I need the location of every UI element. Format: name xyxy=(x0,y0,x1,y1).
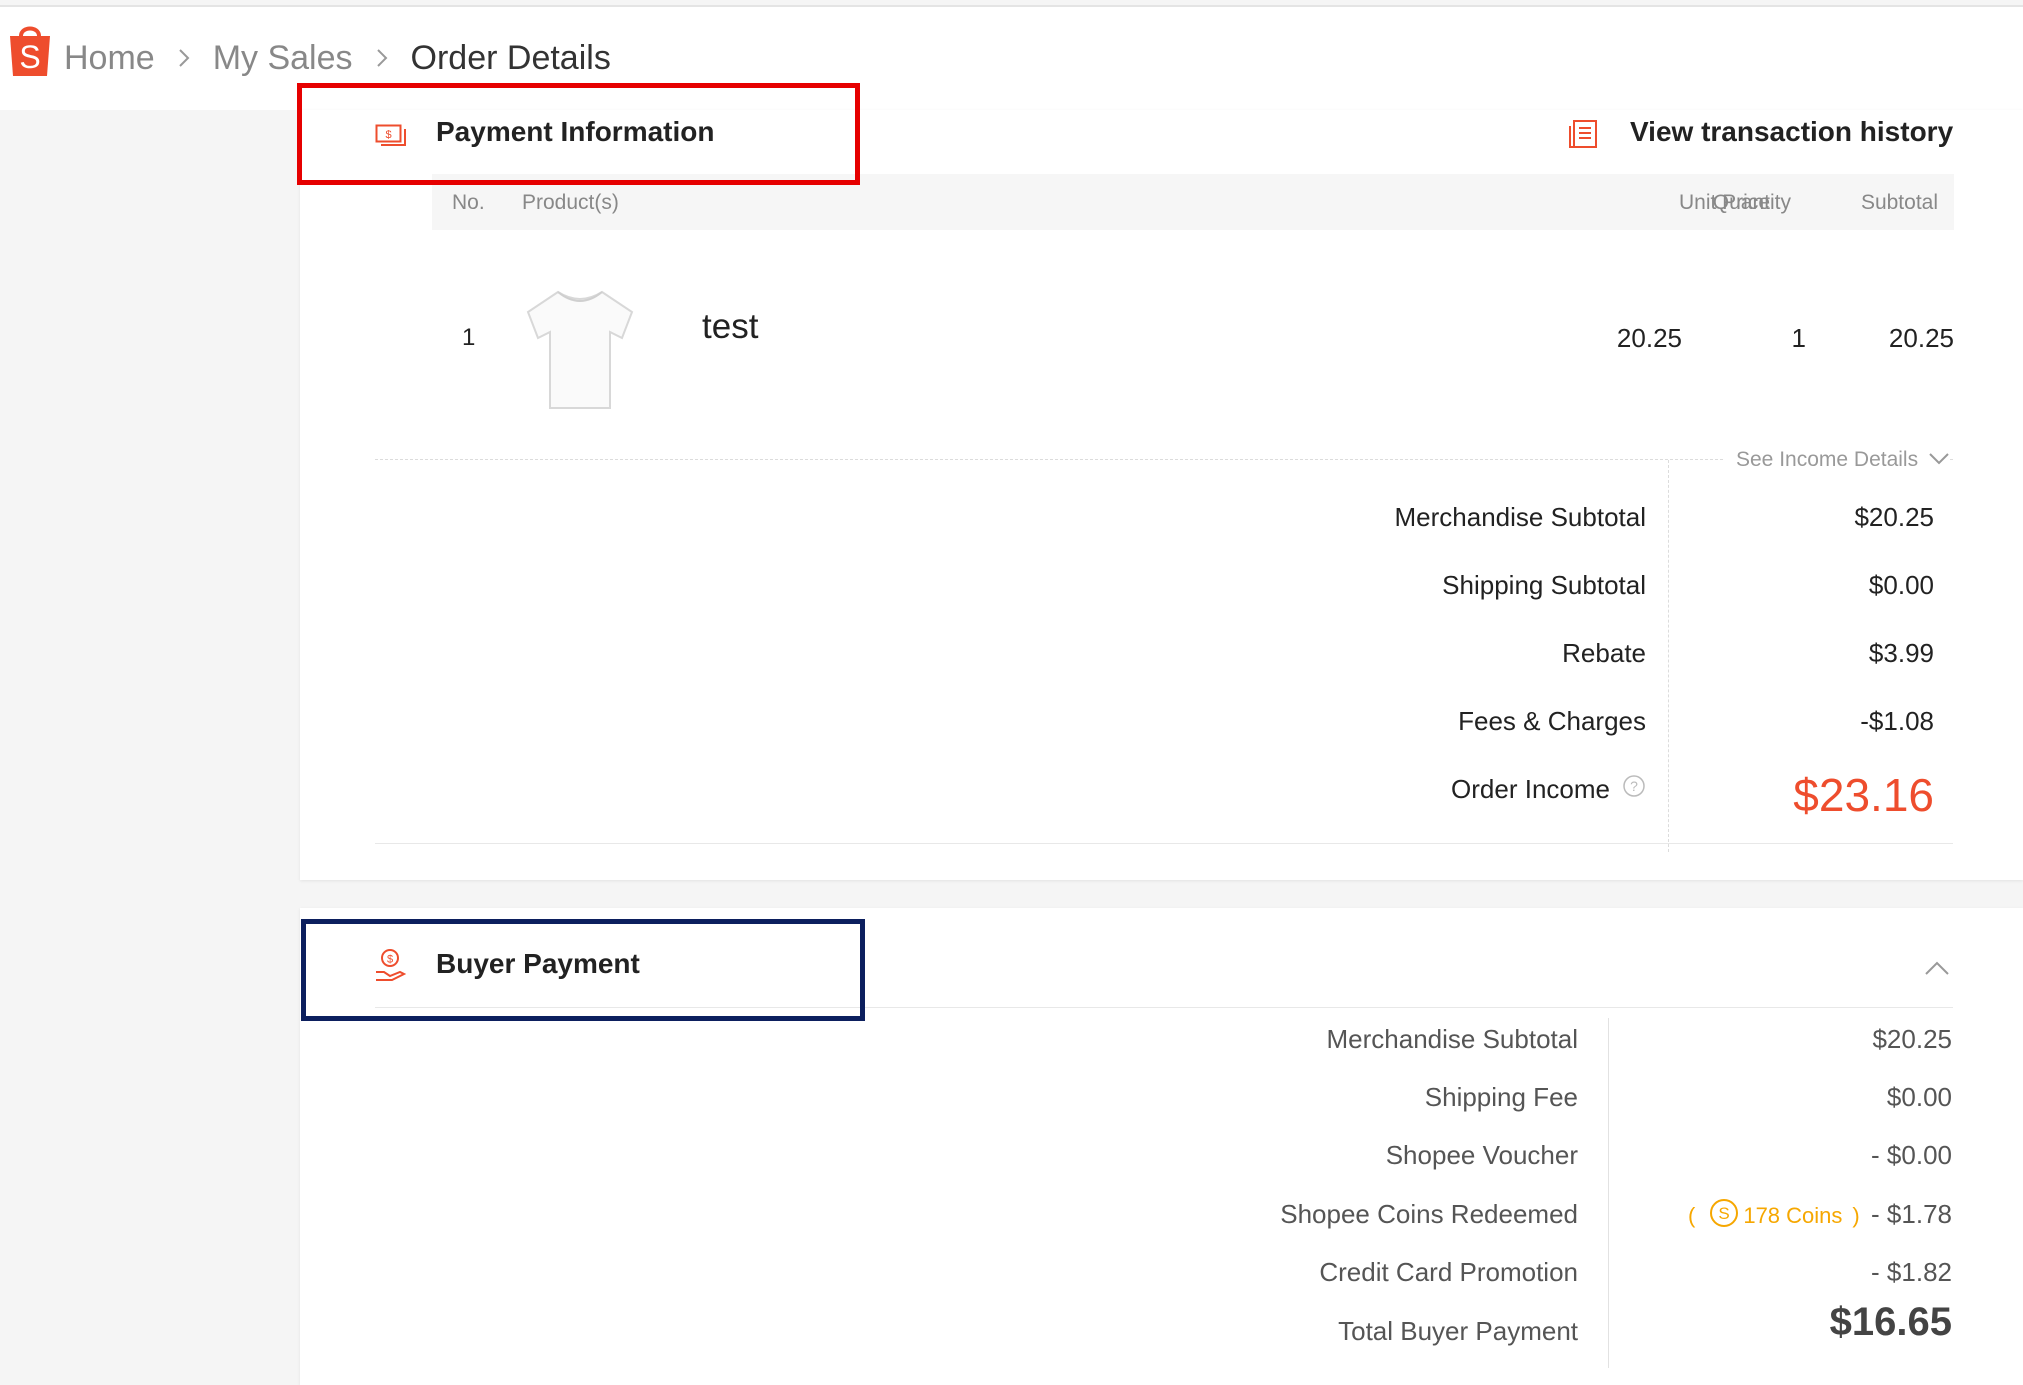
chevron-down-icon xyxy=(1928,448,1950,472)
chevron-up-icon[interactable] xyxy=(1924,960,1950,981)
logo-letter: S xyxy=(19,39,40,75)
product-row-number: 1 xyxy=(462,324,476,351)
buyer-payment-value: - $1.78 xyxy=(1871,1199,1952,1229)
buyer-payment-value: $0.00 xyxy=(1886,1082,1952,1112)
income-divider xyxy=(375,459,1953,460)
buyer-payment-highlight-box xyxy=(301,919,865,1021)
order-income-label: Order Income xyxy=(1451,774,1610,804)
buyer-payment-label: Shopee Voucher xyxy=(1385,1140,1578,1170)
product-name[interactable]: test xyxy=(702,307,758,347)
buyer-payment-label: Shopee Coins Redeemed xyxy=(1280,1199,1578,1229)
breadcrumb-current: Order Details xyxy=(410,39,611,77)
coin-icon: S xyxy=(1709,1198,1739,1234)
chevron-right-icon xyxy=(177,39,191,78)
income-bottom-divider xyxy=(375,843,1953,844)
chevron-right-icon xyxy=(375,39,389,78)
breadcrumb: Home My Sales Order Details xyxy=(64,31,611,86)
payment-information-card: $ Payment Information View transaction h… xyxy=(300,110,2023,880)
breadcrumb-my-sales[interactable]: My Sales xyxy=(213,39,353,78)
see-income-details-link[interactable]: See Income Details xyxy=(1724,448,1951,472)
column-header-no: No. xyxy=(452,191,485,214)
view-transaction-history-link[interactable]: View transaction history xyxy=(1630,116,1953,148)
total-buyer-payment-label: Total Buyer Payment xyxy=(1338,1316,1578,1346)
coin-symbol: S xyxy=(1719,1204,1730,1223)
income-label: Rebate xyxy=(1562,638,1646,668)
column-header-product: Product(s) xyxy=(522,191,619,214)
buyer-payment-label: Credit Card Promotion xyxy=(1319,1257,1578,1287)
buyer-payment-value: $20.25 xyxy=(1872,1024,1952,1054)
column-header-subtotal: Subtotal xyxy=(1860,191,1938,214)
income-value: $0.00 xyxy=(1868,570,1934,600)
income-label: Merchandise Subtotal xyxy=(1394,502,1646,532)
total-buyer-payment-value: $16.65 xyxy=(1829,1300,1952,1344)
transaction-history-icon[interactable] xyxy=(1568,118,1600,155)
order-income-value: $23.16 xyxy=(1793,769,1934,821)
income-value: $20.25 xyxy=(1854,502,1934,532)
product-thumbnail[interactable] xyxy=(518,280,642,416)
product-subtotal: 20.25 xyxy=(1888,323,1954,353)
shopee-logo-icon[interactable]: S xyxy=(7,22,53,78)
buyer-payment-value: - $1.82 xyxy=(1871,1257,1952,1287)
buyer-payment-label: Shipping Fee xyxy=(1424,1082,1578,1112)
payment-information-highlight-box xyxy=(297,83,860,185)
coins-open-paren: ( xyxy=(1688,1203,1696,1228)
see-income-details-label: See Income Details xyxy=(1736,448,1919,471)
income-label: Fees & Charges xyxy=(1458,706,1646,736)
breadcrumb-home[interactable]: Home xyxy=(64,39,155,78)
income-label: Shipping Subtotal xyxy=(1442,570,1646,600)
buyer-payment-value: - $0.00 xyxy=(1871,1140,1952,1170)
income-value: $3.99 xyxy=(1868,638,1934,668)
buyer-payment-label: Merchandise Subtotal xyxy=(1326,1024,1578,1054)
income-value: -$1.08 xyxy=(1860,706,1934,736)
